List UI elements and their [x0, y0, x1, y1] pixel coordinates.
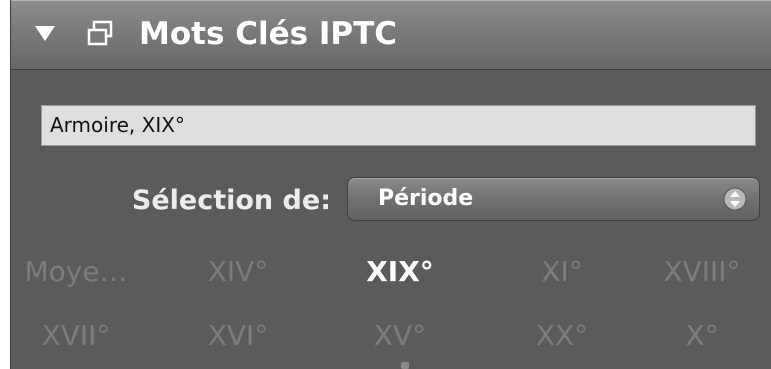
panel-title: Mots Clés IPTC: [139, 16, 398, 52]
tag-item-active[interactable]: XIX°: [335, 252, 465, 292]
updown-arrows-icon: [723, 187, 747, 211]
tag-item[interactable]: XI°: [497, 252, 627, 292]
selection-popup-value: Période: [378, 186, 474, 211]
tag-item[interactable]: XVIII°: [637, 252, 767, 292]
selection-label: Sélection de:: [131, 185, 331, 216]
selection-popup-button[interactable]: Période: [347, 177, 760, 221]
keywords-field[interactable]: Armoire, XIX°: [41, 105, 756, 146]
tag-item[interactable]: Moye…: [11, 252, 141, 292]
tag-item[interactable]: XVI°: [173, 316, 303, 356]
panel-header[interactable]: Mots Clés IPTC: [11, 0, 771, 70]
bottom-mark: [401, 362, 409, 369]
iptc-keywords-panel: Mots Clés IPTC Armoire, XIX° Sélection d…: [10, 0, 771, 369]
tag-item[interactable]: XX°: [497, 316, 627, 356]
window-icon[interactable]: [85, 18, 115, 48]
tag-item[interactable]: X°: [637, 316, 767, 356]
tag-item[interactable]: XVII°: [11, 316, 141, 356]
tag-item[interactable]: XV°: [335, 316, 465, 356]
disclosure-triangle-icon[interactable]: [33, 23, 57, 43]
tag-item[interactable]: XIV°: [173, 252, 303, 292]
